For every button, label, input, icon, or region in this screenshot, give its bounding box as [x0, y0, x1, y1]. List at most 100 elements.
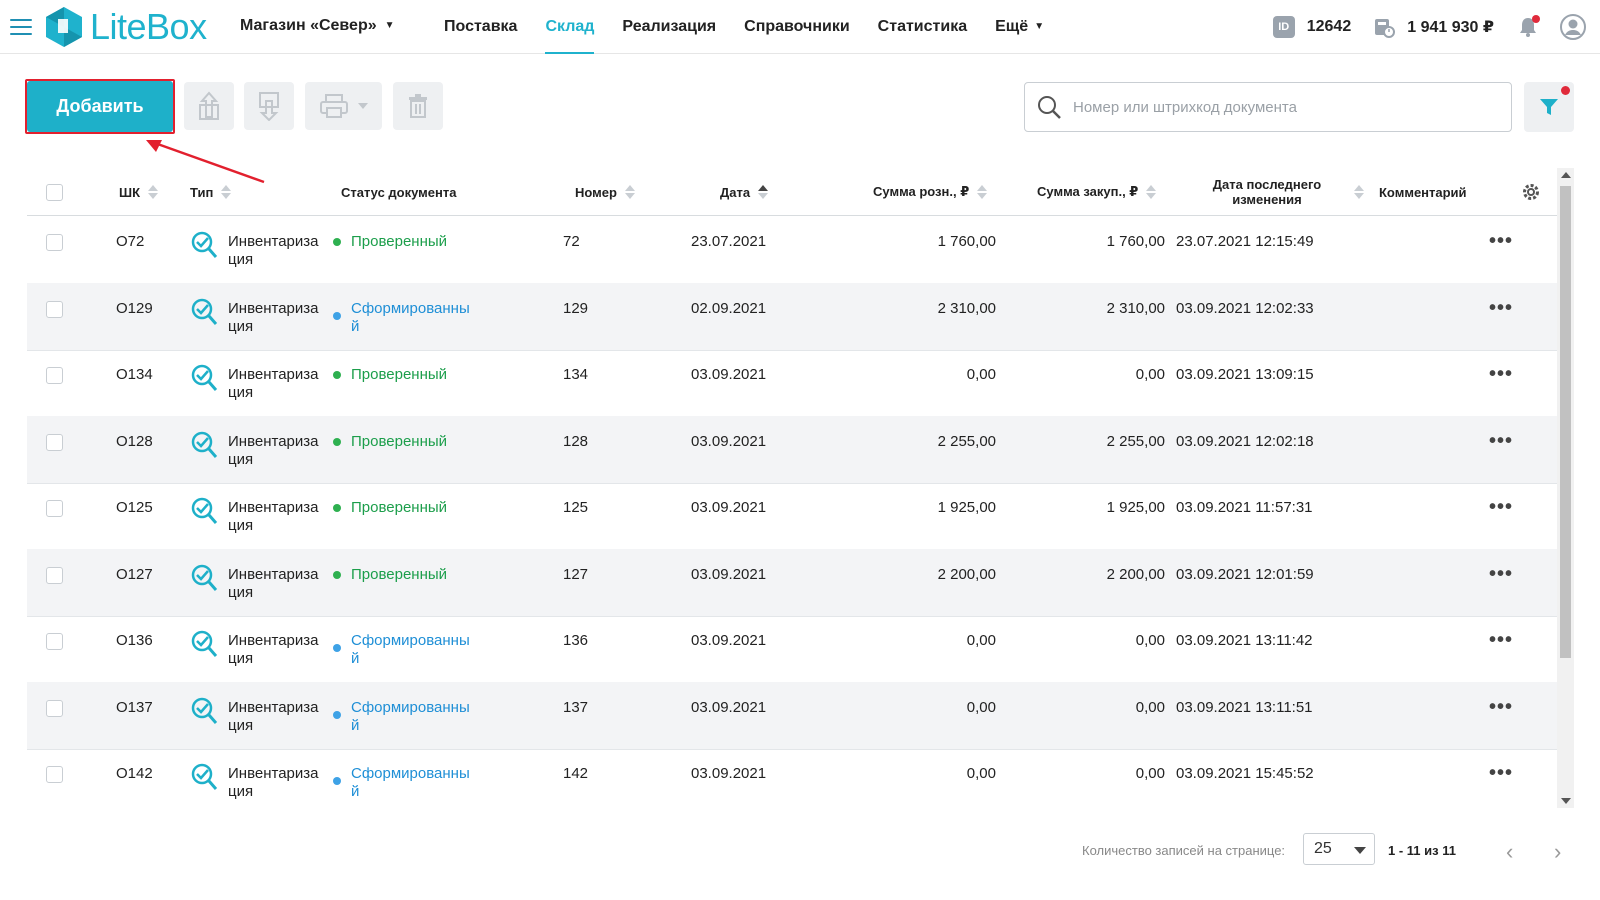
- row-checkbox[interactable]: [46, 699, 63, 717]
- delete-button[interactable]: [393, 82, 443, 130]
- chevron-down-icon: [357, 103, 368, 109]
- row-actions-icon[interactable]: •••: [1489, 230, 1513, 253]
- row-checkbox[interactable]: [46, 633, 63, 650]
- row-status: Сформированный: [333, 300, 483, 336]
- col-barcode[interactable]: ШК: [119, 168, 158, 216]
- table-row[interactable]: O129 Инвентаризация Сформированный 129 02.09…: [27, 282, 1557, 351]
- row-number: 125: [563, 499, 589, 516]
- row-retail-sum: 2 255,00: [937, 432, 996, 450]
- nav-directories[interactable]: Справочники: [744, 0, 850, 54]
- row-number: 128: [563, 432, 589, 450]
- select-all-checkbox[interactable]: [46, 183, 63, 201]
- column-settings-button[interactable]: [1521, 168, 1541, 216]
- table-row[interactable]: O134 Инвентаризация Проверенный 134 03.09.20…: [27, 349, 1557, 417]
- logo[interactable]: LiteBox: [44, 5, 207, 49]
- row-purchase-sum: 0,00: [1135, 366, 1165, 383]
- table-row[interactable]: O142 Инвентаризация Сформированный 142 03.09…: [27, 748, 1557, 808]
- store-label: Магазин «Север»: [240, 17, 377, 34]
- inventory-icon: [191, 364, 218, 391]
- scroll-down-icon[interactable]: [1561, 798, 1571, 804]
- notification-dot: [1532, 15, 1540, 23]
- col-number[interactable]: Номер: [575, 168, 635, 216]
- row-retail-sum: 0,00: [966, 366, 996, 383]
- col-purchase-sum[interactable]: Сумма закуп., ₽: [1037, 168, 1157, 216]
- col-type[interactable]: Тип: [190, 168, 232, 216]
- next-page-icon[interactable]: ›: [1554, 839, 1561, 865]
- row-status-label: Проверенный: [351, 233, 448, 250]
- store-selector[interactable]: Магазин «Север» ▼: [240, 17, 395, 35]
- prev-page-icon[interactable]: ‹: [1506, 839, 1513, 865]
- col-modified[interactable]: Дата последнего изменения: [1202, 168, 1377, 216]
- filter-button[interactable]: [1524, 82, 1574, 132]
- scrollbar-thumb[interactable]: [1560, 186, 1571, 658]
- inventory-icon: [191, 431, 218, 458]
- row-date: 23.07.2021: [691, 233, 767, 250]
- col-purchase-sum-label: Сумма закуп., ₽: [1037, 184, 1139, 199]
- col-date[interactable]: Дата: [720, 168, 769, 216]
- table-row[interactable]: O128 Инвентаризация Проверенный 128 03.09.20…: [27, 415, 1557, 484]
- table-row[interactable]: O127 Инвентаризация Проверенный 127 03.09.20…: [27, 548, 1557, 617]
- status-dot: [333, 644, 341, 652]
- table-scrollbar[interactable]: [1557, 168, 1574, 808]
- row-type: Инвентаризация: [228, 698, 319, 734]
- row-date: 03.09.2021: [691, 565, 767, 583]
- col-retail-sum[interactable]: Сумма розн., ₽: [873, 168, 988, 216]
- row-checkbox[interactable]: [46, 433, 63, 451]
- row-barcode: O125: [116, 499, 153, 516]
- row-purchase-sum: 0,00: [1135, 765, 1165, 782]
- row-actions-icon[interactable]: •••: [1489, 762, 1513, 785]
- row-actions-icon[interactable]: •••: [1489, 363, 1513, 386]
- row-actions-icon[interactable]: •••: [1489, 297, 1513, 320]
- main-nav: Поставка Склад Реализация Справочники Ст…: [444, 0, 1072, 54]
- table-header: ШК Тип Статус документа Номер Дата Сумма…: [27, 168, 1557, 216]
- add-button[interactable]: Добавить: [27, 81, 173, 132]
- inventory-icon: [191, 298, 218, 325]
- row-modified: 03.09.2021 12:02:33: [1176, 299, 1314, 317]
- import-button[interactable]: [244, 82, 294, 130]
- filter-active-dot: [1561, 86, 1570, 95]
- row-checkbox[interactable]: [46, 367, 63, 384]
- row-status-label: Сформированный: [351, 299, 470, 335]
- table-row[interactable]: O137 Инвентаризация Сформированный 137 03.09…: [27, 681, 1557, 750]
- row-number: 136: [563, 632, 589, 649]
- inventory-icon: [191, 497, 218, 524]
- table-row[interactable]: O136 Инвентаризация Сформированный 136 03.09…: [27, 615, 1557, 683]
- export-button[interactable]: [184, 82, 234, 130]
- per-page-select[interactable]: 25: [1303, 833, 1375, 865]
- row-barcode: O134: [116, 366, 153, 383]
- nav-sales[interactable]: Реализация: [622, 0, 716, 54]
- nav-supply[interactable]: Поставка: [444, 0, 517, 54]
- nav-more[interactable]: Ещё ▼: [995, 0, 1044, 54]
- row-actions-icon[interactable]: •••: [1489, 430, 1513, 453]
- row-actions-icon[interactable]: •••: [1489, 496, 1513, 519]
- table-row[interactable]: O125 Инвентаризация Проверенный 125 03.09.20…: [27, 482, 1557, 550]
- search-input[interactable]: [1073, 98, 1493, 116]
- user-avatar-icon[interactable]: [1560, 14, 1586, 40]
- row-status: Проверенный: [333, 366, 483, 384]
- row-checkbox[interactable]: [46, 766, 63, 783]
- row-checkbox[interactable]: [46, 500, 63, 517]
- row-actions-icon[interactable]: •••: [1489, 563, 1513, 586]
- menu-icon[interactable]: [10, 19, 32, 35]
- per-page-value: 25: [1314, 840, 1332, 857]
- row-actions-icon[interactable]: •••: [1489, 629, 1513, 652]
- scroll-up-icon[interactable]: [1561, 172, 1571, 178]
- nav-statistics[interactable]: Статистика: [878, 0, 967, 54]
- account-area: ID 12642 1 941 930 ₽: [1272, 0, 1600, 54]
- cash-register-icon: [1375, 19, 1396, 38]
- print-button[interactable]: [305, 82, 382, 130]
- notifications-button[interactable]: [1516, 15, 1540, 39]
- account-id: 12642: [1306, 18, 1352, 35]
- row-purchase-sum: 0,00: [1135, 632, 1165, 649]
- nav-warehouse[interactable]: Склад: [545, 0, 594, 54]
- row-actions-icon[interactable]: •••: [1489, 696, 1513, 719]
- table-row[interactable]: O72 Инвентаризация Проверенный 72 23.07.2021…: [27, 216, 1557, 284]
- status-dot: [333, 311, 341, 320]
- row-modified: 03.09.2021 13:11:42: [1176, 632, 1313, 649]
- row-status-label: Сформированный: [351, 632, 470, 667]
- filter-icon: [1540, 99, 1558, 115]
- row-checkbox[interactable]: [46, 300, 63, 318]
- select-all-cell: [46, 168, 63, 216]
- row-checkbox[interactable]: [46, 234, 63, 251]
- row-checkbox[interactable]: [46, 566, 63, 584]
